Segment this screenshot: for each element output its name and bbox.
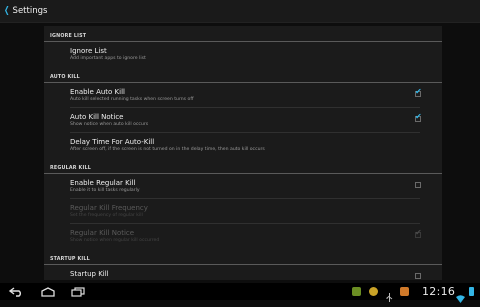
category-header-auto-kill: AUTO KILL [44, 69, 442, 83]
pref-summary: Auto kill selected running tasks when sc… [70, 97, 194, 102]
chevron-left-icon: ❮ [4, 6, 10, 16]
pref-regular-kill-notice: Regular Kill Notice Show notice when reg… [70, 224, 422, 249]
preference-list: IGNORE LIST Ignore List Add important ap… [44, 26, 442, 280]
category-header-regular-kill: REGULAR KILL [44, 160, 442, 174]
usb-icon[interactable] [385, 287, 394, 302]
enable-auto-kill-checkbox[interactable]: ✔ [415, 87, 422, 97]
pref-summary: Show notice when regular kill occurred [70, 238, 160, 243]
pref-startup-kill[interactable]: Startup Kill [70, 265, 421, 280]
page-title: Settings [12, 6, 48, 16]
checkmark-icon: ✔ [415, 228, 422, 237]
pref-title: Regular Kill Frequency [70, 204, 148, 212]
pref-summary: Enable it to kill tasks regularly [70, 188, 140, 193]
back-icon[interactable] [8, 285, 24, 298]
pref-title: Enable Regular Kill [70, 179, 136, 187]
pref-title: Delay Time For Auto-Kill [70, 138, 155, 146]
action-bar: ❮ Settings [0, 0, 480, 23]
auto-kill-notice-checkbox[interactable]: ✔ [415, 112, 422, 122]
android-debug-icon[interactable] [352, 287, 361, 296]
pref-delay-time-auto-kill[interactable]: Delay Time For Auto-Kill After screen of… [70, 133, 420, 158]
battery-icon [469, 287, 474, 296]
up-navigation-button[interactable]: ❮ Settings [0, 0, 47, 22]
regular-kill-notice-checkbox: ✔ [415, 228, 422, 238]
home-icon[interactable] [40, 285, 56, 298]
system-bar: 12:16 [0, 283, 480, 303]
pref-enable-regular-kill[interactable]: Enable Regular Kill Enable it to kill ta… [70, 174, 421, 199]
pref-summary: Show notice when auto kill occurs [70, 122, 149, 127]
pref-ignore-list[interactable]: Ignore List Add important apps to ignore… [70, 42, 420, 67]
pref-summary: Add important apps to ignore list [70, 56, 146, 61]
startup-kill-checkbox[interactable] [415, 273, 421, 279]
checkmark-icon: ✔ [415, 112, 422, 121]
pref-enable-auto-kill[interactable]: Enable Auto Kill Auto kill selected runn… [70, 83, 422, 108]
status-clock: 12:16 [422, 285, 456, 298]
enable-regular-kill-checkbox[interactable] [415, 182, 421, 188]
category-header-startup-kill: STARTUP KILL [44, 251, 442, 265]
wifi-icon [456, 288, 465, 303]
pref-summary: After screen off, if the screen is not t… [70, 147, 265, 152]
pref-title: Ignore List [70, 47, 107, 55]
pref-title: Auto Kill Notice [70, 113, 124, 121]
pref-summary: Set the frequency of regular kill [70, 213, 143, 218]
checkmark-icon: ✔ [415, 87, 422, 96]
pref-title: Startup Kill [70, 270, 109, 278]
recent-apps-icon[interactable] [70, 285, 86, 298]
pref-title: Enable Auto Kill [70, 88, 125, 96]
notification-app-icon[interactable] [369, 287, 378, 296]
pref-title: Regular Kill Notice [70, 229, 135, 237]
category-header-ignore-list: IGNORE LIST [44, 28, 442, 42]
sd-card-icon[interactable] [400, 287, 409, 296]
pref-auto-kill-notice[interactable]: Auto Kill Notice Show notice when auto k… [70, 108, 422, 133]
pref-regular-kill-frequency: Regular Kill Frequency Set the frequency… [70, 199, 420, 224]
